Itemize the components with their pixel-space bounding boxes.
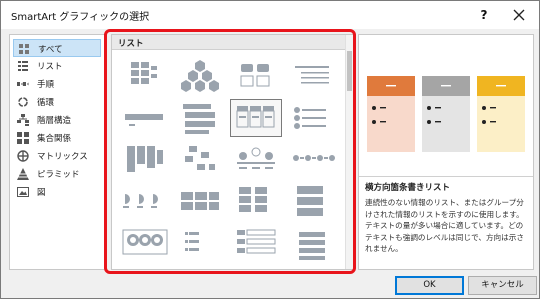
preview-title: 横方向箇条書きリスト <box>365 183 451 193</box>
relationship-icon <box>17 132 29 144</box>
layout-tile-tab-list[interactable] <box>286 225 338 263</box>
smartart-dialog: SmartArt グラフィックの選択 ? すべて リスト 手順 循環 階層構造 … <box>0 0 540 299</box>
preview-graphic <box>367 76 525 152</box>
cycle-icon <box>18 97 28 107</box>
layout-tile-table-list[interactable] <box>174 141 226 179</box>
title-bar: SmartArt グラフィックの選択 ? <box>1 1 539 29</box>
layout-tile-horizontal-bullet-list[interactable] <box>230 99 282 137</box>
layout-tile-accent-list[interactable] <box>118 183 170 221</box>
category-picture[interactable]: 図 <box>13 183 101 201</box>
category-label: 循環 <box>37 98 55 108</box>
layout-gallery: リスト <box>111 34 354 270</box>
hierarchy-icon <box>17 114 29 126</box>
category-all[interactable]: すべて <box>13 39 101 57</box>
list-icon <box>18 61 28 71</box>
pyramid-icon <box>17 168 29 180</box>
category-list: すべて リスト 手順 循環 階層構造 集合関係 マトリックス ピラミッド 図 <box>9 34 105 270</box>
grid-icon <box>19 44 29 54</box>
category-matrix[interactable]: マトリックス <box>13 147 101 165</box>
close-button[interactable] <box>507 4 531 26</box>
close-icon <box>513 9 525 21</box>
category-label: 図 <box>37 188 46 198</box>
layout-tile-vertical-bullet-list[interactable] <box>118 141 170 179</box>
layout-tile-puzzle-list[interactable] <box>174 183 226 221</box>
process-icon <box>17 82 29 86</box>
category-pyramid[interactable]: ピラミッド <box>13 165 101 183</box>
layout-tile-picture-accent-list[interactable] <box>118 225 170 263</box>
gallery-title: リスト <box>118 39 144 49</box>
preview-divider <box>359 176 533 177</box>
layout-tile-lined-list[interactable] <box>230 225 282 263</box>
category-label: 階層構造 <box>37 116 72 126</box>
category-label: 手順 <box>37 80 55 90</box>
category-process[interactable]: 手順 <box>13 75 101 93</box>
ok-button[interactable]: OK <box>395 276 464 295</box>
category-list-item[interactable]: リスト <box>13 57 101 75</box>
help-button[interactable]: ? <box>473 5 495 25</box>
picture-icon <box>17 187 29 197</box>
cancel-button[interactable]: キャンセル <box>468 276 537 295</box>
category-label: ピラミッド <box>37 170 80 180</box>
layout-tile-vertical-box-list[interactable] <box>230 57 282 95</box>
scroll-thumb[interactable] <box>347 51 352 91</box>
gallery-header: リスト <box>112 35 348 50</box>
gallery-scrollbar[interactable] <box>345 35 353 269</box>
matrix-icon <box>17 150 29 162</box>
dialog-title: SmartArt グラフィックの選択 <box>11 12 150 23</box>
category-cycle[interactable]: 循環 <box>13 93 101 111</box>
layout-tile-grouped-list[interactable] <box>230 183 282 221</box>
layout-tile-vertical-block-list[interactable] <box>286 183 338 221</box>
category-label: マトリックス <box>37 152 88 162</box>
layout-tile-dot-list[interactable] <box>286 141 338 179</box>
category-label: 集合関係 <box>37 134 72 144</box>
layout-tile-pie-process-list[interactable] <box>286 99 338 137</box>
category-relationship[interactable]: 集合関係 <box>13 129 101 147</box>
category-label: リスト <box>37 62 63 72</box>
layout-tile-vertical-picture-list[interactable] <box>174 225 226 263</box>
preview-description: 連続性のない情報のリスト、またはグループ分けされた情報のリストを示すのに使用しま… <box>365 198 524 254</box>
preview-pane: 横方向箇条書きリスト 連続性のない情報のリスト、またはグループ分けされた情報のリ… <box>358 34 534 270</box>
category-hierarchy[interactable]: 階層構造 <box>13 111 101 129</box>
category-label: すべて <box>38 45 63 55</box>
layout-tile-basic-block-list[interactable] <box>118 57 170 95</box>
layout-tile-circle-accent-timeline[interactable] <box>230 141 282 179</box>
layout-tile-hexagon-cluster[interactable] <box>174 57 226 95</box>
layout-tile-trapezoid-list[interactable] <box>174 99 226 137</box>
layout-tile-bullet-list[interactable] <box>286 57 338 95</box>
layout-tile-stacked-list[interactable] <box>118 99 170 137</box>
